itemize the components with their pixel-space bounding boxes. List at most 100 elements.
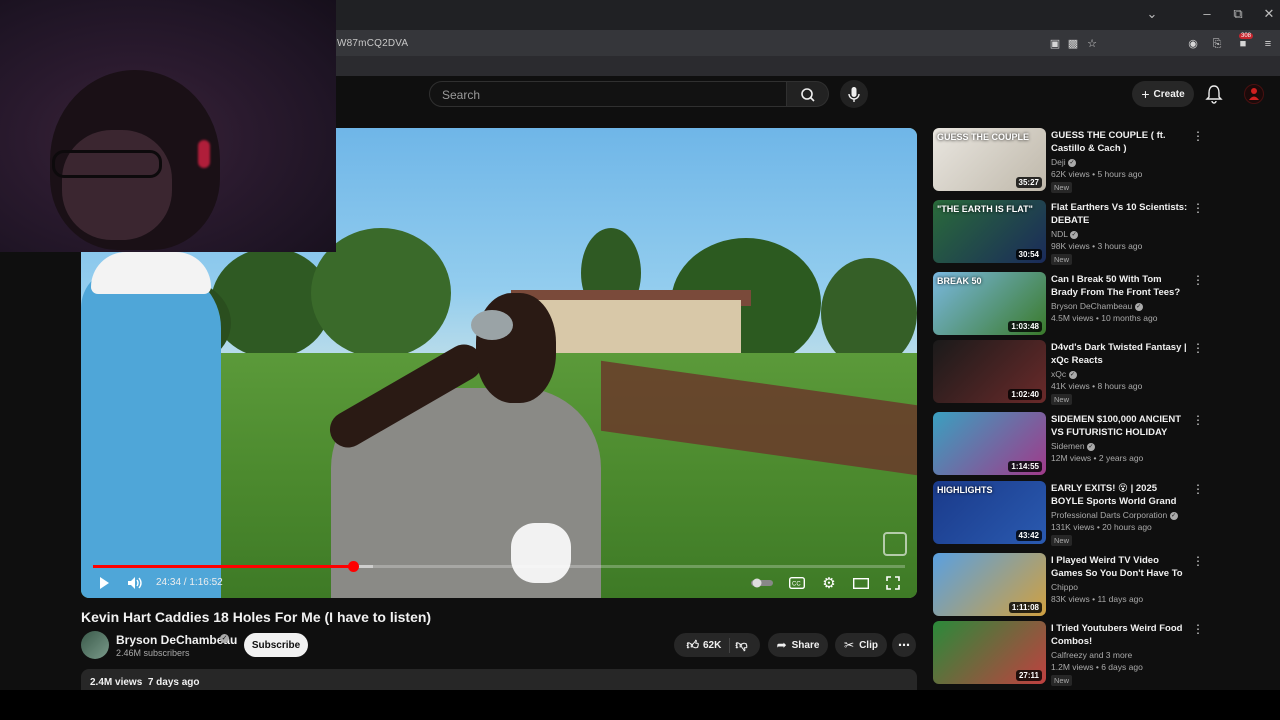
recommendation-thumbnail[interactable]: GUESS THE COUPLE 35:27 [933, 128, 1046, 191]
video-bottle [471, 310, 513, 340]
thumbnail-text: HIGHLIGHTS [937, 485, 993, 495]
theater-mode-button[interactable] [852, 574, 870, 592]
recommendation-channel[interactable]: Deji ✓ [1051, 157, 1077, 167]
screenshot-icon[interactable]: ▩ [1066, 37, 1080, 51]
recommendation-thumbnail[interactable]: 1:11:08 [933, 553, 1046, 616]
recommendation-meta: 41K views • 8 hours ago [1051, 381, 1143, 391]
recommendation-thumbnail[interactable]: "THE EARTH IS FLAT" 30:54 [933, 200, 1046, 263]
recommendation-channel-name: Deji [1051, 157, 1066, 167]
progress-played [93, 565, 353, 568]
channel-watermark-icon[interactable] [883, 532, 907, 556]
verified-check-icon: ✓ [1086, 442, 1095, 451]
volume-button[interactable] [126, 574, 144, 592]
recommendation-title[interactable]: Can I Break 50 With Tom Brady From The F… [1051, 273, 1191, 299]
minimize-icon[interactable]: – [1198, 6, 1216, 21]
recommendation-item[interactable]: HIGHLIGHTS 43:42 EARLY EXITS! 😵 | 2025 BOY… [933, 481, 1213, 547]
restore-icon[interactable]: ⧉ [1229, 6, 1247, 22]
video-duration: 43:42 [1015, 530, 1042, 541]
video-duration: 1:11:08 [1008, 602, 1042, 613]
theater-mode-icon [853, 577, 869, 589]
voice-search-button[interactable] [840, 80, 868, 108]
autoplay-toggle[interactable] [751, 574, 773, 592]
play-button[interactable] [95, 574, 113, 592]
recommendation-channel-name: Sidemen [1051, 441, 1085, 451]
recommendation-thumbnail[interactable]: 27:11 [933, 621, 1046, 684]
recommendation-channel[interactable]: Sidemen ✓ [1051, 441, 1095, 451]
url-text[interactable]: W87mCQ2DVA [337, 38, 408, 49]
recommendation-title[interactable]: I Played Weird TV Video Games So You Don… [1051, 554, 1191, 580]
share-label: Share [791, 639, 820, 651]
more-vertical-icon[interactable]: ⋮ [1192, 623, 1204, 637]
tab-search-chevron-icon[interactable]: ⌄ [1143, 6, 1161, 22]
recommendation-title[interactable]: SIDEMEN $100,000 ANCIENT VS FUTURISTIC H… [1051, 413, 1191, 439]
recommendation-item[interactable]: GUESS THE COUPLE 35:27 GUESS THE COUPLE ( … [933, 128, 1213, 194]
pip-icon[interactable]: ▣ [1048, 37, 1062, 51]
share-button[interactable]: ➦ Share [768, 633, 828, 657]
recommendation-item[interactable]: 1:11:08 I Played Weird TV Video Games So … [933, 553, 1213, 619]
recommendation-title[interactable]: I Tried Youtubers Weird Food Combos! [1051, 622, 1191, 648]
menu-icon[interactable]: ≡ [1261, 37, 1275, 51]
recommendation-meta: 1.2M views • 6 days ago [1051, 662, 1143, 672]
account-avatar[interactable] [1244, 84, 1264, 104]
more-vertical-icon[interactable]: ⋮ [1192, 483, 1204, 497]
recommendation-item[interactable]: 1:14:55 SIDEMEN $100,000 ANCIENT VS FUTUR… [933, 412, 1213, 478]
subscribe-button[interactable]: Subscribe [244, 633, 308, 657]
more-vertical-icon[interactable]: ⋮ [1192, 274, 1204, 288]
video-duration: 1:03:48 [1008, 321, 1042, 332]
extension-icon[interactable]: ■ [1236, 37, 1250, 51]
bookmark-star-icon[interactable]: ☆ [1085, 37, 1099, 51]
recommendation-channel-name: xQc [1051, 369, 1067, 379]
recommendation-title[interactable]: Flat Earthers Vs 10 Scientists: DEBATE [1051, 201, 1191, 227]
more-actions-button[interactable]: ⋯ [892, 633, 916, 657]
recommendation-channel[interactable]: NDL ✓ [1051, 229, 1079, 239]
recommendation-title[interactable]: D4vd's Dark Twisted Fantasy | xQc Reacts [1051, 341, 1191, 367]
recommendation-title[interactable]: EARLY EXITS! 😵 | 2025 BOYLE Sports World… [1051, 482, 1191, 508]
recommendation-title[interactable]: GUESS THE COUPLE ( ft. Castillo & Cach ) [1051, 129, 1191, 155]
progress-bar[interactable] [93, 561, 905, 572]
more-vertical-icon[interactable]: ⋮ [1192, 414, 1204, 428]
settings-button[interactable]: ⚙ [820, 574, 838, 592]
channel-name[interactable]: Bryson DeChambeau [116, 633, 237, 647]
new-badge: New [1051, 394, 1073, 405]
recommendation-channel[interactable]: Bryson DeChambeau ✓ [1051, 301, 1143, 311]
recommendation-thumbnail[interactable]: 1:14:55 [933, 412, 1046, 475]
recommendation-thumbnail[interactable]: HIGHLIGHTS 43:42 [933, 481, 1046, 544]
recommendation-channel[interactable]: Professional Darts Corporation ✓ [1051, 510, 1178, 520]
recommendation-channel[interactable]: xQc ✓ [1051, 369, 1077, 379]
recommendation-thumbnail[interactable]: BREAK 50 1:03:48 [933, 272, 1046, 335]
close-window-icon[interactable]: ✕ [1260, 6, 1278, 22]
verified-check-icon: ✓ [1134, 302, 1143, 311]
recommendation-channel-name: Bryson DeChambeau [1051, 301, 1133, 311]
more-vertical-icon[interactable]: ⋮ [1192, 342, 1204, 356]
recommendation-item[interactable]: "THE EARTH IS FLAT" 30:54 Flat Earthers Vs… [933, 200, 1213, 266]
fullscreen-button[interactable] [884, 574, 902, 592]
search-button[interactable] [787, 81, 829, 107]
create-button[interactable]: + Create [1132, 81, 1194, 107]
more-vertical-icon[interactable]: ⋮ [1192, 130, 1204, 144]
account-circle-icon[interactable]: ◉ [1186, 37, 1200, 51]
clip-button[interactable]: ✂ Clip [835, 633, 887, 657]
like-button[interactable]: 👍︎ 62K [686, 637, 731, 653]
more-vertical-icon[interactable]: ⋮ [1192, 202, 1204, 216]
recommendation-item[interactable]: 27:11 I Tried Youtubers Weird Food Combos… [933, 621, 1213, 687]
recommendation-item[interactable]: BREAK 50 1:03:48 Can I Break 50 With Tom B… [933, 272, 1213, 338]
dislike-button[interactable]: 👎︎ [735, 638, 747, 653]
progress-scrubber[interactable] [347, 561, 359, 572]
search-input[interactable]: Search [429, 81, 787, 107]
captions-button[interactable]: CC [788, 574, 806, 592]
time-display: 24:34 / 1:16:52 [156, 577, 223, 588]
like-dislike-group: 👍︎ 62K 👎︎ [674, 633, 760, 657]
extensions-icon[interactable]: ⎘ [1210, 37, 1224, 51]
fullscreen-icon [886, 576, 900, 590]
recommendation-channel[interactable]: Chippo [1051, 582, 1078, 592]
description-meta: 2.4M views 7 days ago [90, 677, 200, 688]
search-placeholder: Search [442, 88, 481, 102]
recommendation-item[interactable]: 1:02:40 D4vd's Dark Twisted Fantasy | xQc… [933, 340, 1213, 406]
video-duration: 1:14:55 [1008, 461, 1042, 472]
like-count: 62K [703, 639, 722, 651]
bell-icon[interactable] [1205, 84, 1223, 104]
recommendation-thumbnail[interactable]: 1:02:40 [933, 340, 1046, 403]
more-vertical-icon[interactable]: ⋮ [1192, 555, 1204, 569]
channel-avatar[interactable] [81, 631, 109, 659]
recommendation-channel[interactable]: Calfreezy and 3 more [1051, 650, 1132, 660]
